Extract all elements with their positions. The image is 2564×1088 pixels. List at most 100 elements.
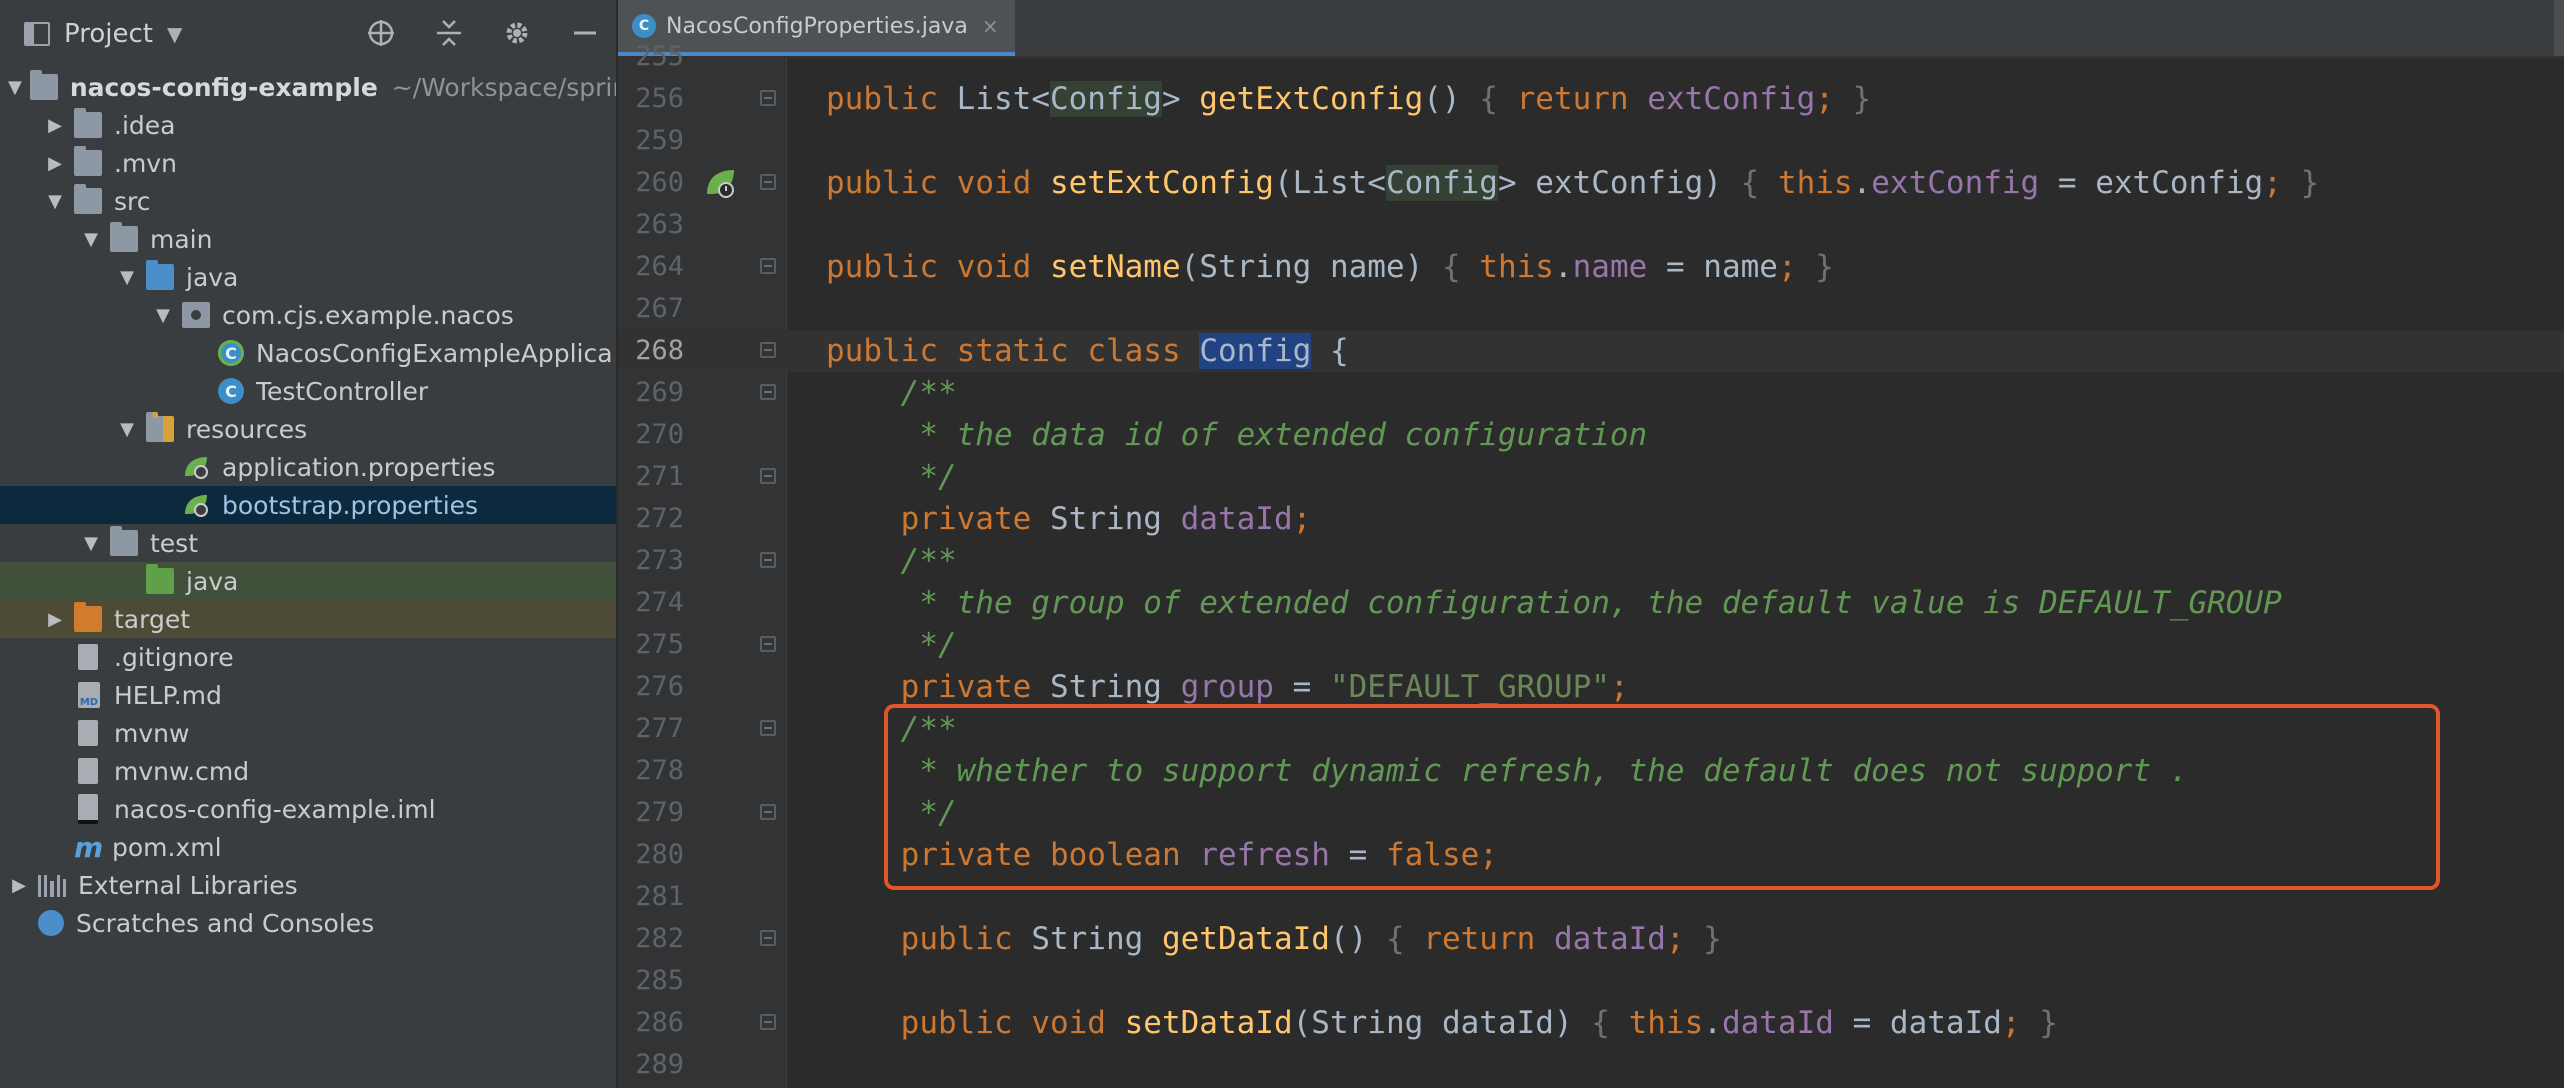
chevron-right-icon[interactable]: ▶ [44, 115, 66, 136]
fold-toggle-icon[interactable] [760, 804, 776, 820]
fold-toggle-icon[interactable] [760, 90, 776, 106]
tree-item[interactable]: ▶Scratches and Consoles [0, 904, 616, 942]
code-text: * whether to support dynamic refresh, th… [900, 753, 2189, 789]
tree-item[interactable]: ▶mvnw [0, 714, 616, 752]
code-text: /** [900, 711, 957, 747]
tree-item[interactable]: ▶bootstrap.properties [0, 486, 616, 524]
code-line[interactable]: 269 /** [618, 372, 2564, 414]
tree-item[interactable]: ▶MDHELP.md [0, 676, 616, 714]
chevron-down-icon[interactable]: ▼ [152, 305, 174, 326]
code-line[interactable]: 259 [618, 120, 2564, 162]
code-text: * the group of extended configuration, t… [900, 585, 2282, 621]
class-icon: C [218, 378, 244, 404]
code-line[interactable]: 285 [618, 960, 2564, 1002]
line-number: 260 [635, 167, 684, 198]
tree-item[interactable]: ▼ com.cjs.example.nacos [0, 296, 616, 334]
gear-icon[interactable] [500, 16, 534, 50]
tree-item-label: java [186, 262, 239, 292]
code-line[interactable]: 274 * the group of extended configuratio… [618, 582, 2564, 624]
tree-item-label: External Libraries [78, 870, 298, 900]
chevron-down-icon[interactable]: ▼ [80, 533, 102, 554]
collapse-all-icon[interactable] [432, 16, 466, 50]
code-line[interactable]: 280 private boolean refresh = false; [618, 834, 2564, 876]
code-line[interactable]: 263 [618, 204, 2564, 246]
code-line[interactable]: 272 private String dataId; [618, 498, 2564, 540]
fold-toggle-icon[interactable] [760, 552, 776, 568]
chevron-down-icon[interactable]: ▼ [116, 419, 138, 440]
fold-toggle-icon[interactable] [760, 930, 776, 946]
tree-item[interactable]: ▼ resources [0, 410, 616, 448]
chevron-down-icon[interactable]: ▼ [8, 77, 22, 98]
line-number: 289 [635, 1049, 684, 1080]
fold-toggle-icon[interactable] [760, 468, 776, 484]
code-line[interactable]: 255 [618, 36, 2564, 78]
tree-item[interactable]: ▼ test [0, 524, 616, 562]
code-text: public void setName(String name) { this.… [826, 249, 1834, 285]
code-text: * the data id of extended configuration [900, 417, 1648, 453]
code-line[interactable]: 286 public void setDataId(String dataId)… [618, 1002, 2564, 1044]
chevron-right-icon[interactable]: ▶ [44, 153, 66, 174]
chevron-down-icon[interactable]: ▼ [44, 191, 66, 212]
tree-item[interactable]: ▶CNacosConfigExampleApplica [0, 334, 616, 372]
code-line[interactable]: 276 private String group = "DEFAULT_GROU… [618, 666, 2564, 708]
tree-item-label: Scratches and Consoles [76, 908, 375, 938]
code-line[interactable]: 267 [618, 288, 2564, 330]
tree-item-label: .mvn [114, 148, 177, 178]
code-line[interactable]: 273 /** [618, 540, 2564, 582]
tree-item[interactable]: ▶ .idea [0, 106, 616, 144]
spring-bean-marker-icon[interactable] [704, 166, 738, 200]
tree-item[interactable]: ▼ nacos-config-example ~/Workspace/sprin [0, 68, 616, 106]
fold-toggle-icon[interactable] [760, 1014, 776, 1030]
code-line[interactable]: 268 public static class Config { [618, 330, 2564, 372]
minimize-icon[interactable] [568, 16, 602, 50]
code-line[interactable]: 256 public List<Config> getExtConfig() { … [618, 78, 2564, 120]
tree-item[interactable]: ▶mvnw.cmd [0, 752, 616, 790]
code-line[interactable]: 275 */ [618, 624, 2564, 666]
code-line[interactable]: 289 [618, 1044, 2564, 1086]
chevron-right-icon[interactable]: ▶ [8, 875, 30, 896]
code-line[interactable]: 278 * whether to support dynamic refresh… [618, 750, 2564, 792]
project-window-icon [24, 22, 50, 46]
line-number: 268 [635, 335, 684, 366]
tree-item[interactable]: ▶ .mvn [0, 144, 616, 182]
tree-item[interactable]: ▶CTestController [0, 372, 616, 410]
tree-item[interactable]: ▼ src [0, 182, 616, 220]
code-text: public List<Config> getExtConfig() { ret… [826, 81, 1872, 117]
fold-toggle-icon[interactable] [760, 636, 776, 652]
line-number: 273 [635, 545, 684, 576]
chevron-down-icon[interactable]: ▼ [167, 22, 182, 46]
chevron-down-icon[interactable]: ▼ [116, 267, 138, 288]
code-text: public void setDataId(String dataId) { t… [900, 1005, 2058, 1041]
fold-toggle-icon[interactable] [760, 384, 776, 400]
locate-icon[interactable] [364, 16, 398, 50]
fold-toggle-icon[interactable] [760, 174, 776, 190]
fold-toggle-icon[interactable] [760, 342, 776, 358]
tree-item[interactable]: ▶application.properties [0, 448, 616, 486]
tree-item[interactable]: ▶nacos-config-example.iml [0, 790, 616, 828]
code-line[interactable]: 279 */ [618, 792, 2564, 834]
code-line[interactable]: 270 * the data id of extended configurat… [618, 414, 2564, 456]
fold-toggle-icon[interactable] [760, 720, 776, 736]
tree-item[interactable]: ▶.gitignore [0, 638, 616, 676]
fold-toggle-icon[interactable] [760, 258, 776, 274]
code-line[interactable]: 281 [618, 876, 2564, 918]
code-line[interactable]: 277 /** [618, 708, 2564, 750]
code-line[interactable]: 271 */ [618, 456, 2564, 498]
code-area[interactable]: 255 256 public List<Config> getExtConfig()… [618, 41, 2564, 1088]
tree-item[interactable]: ▼ java [0, 258, 616, 296]
tree-item[interactable]: ▼ main [0, 220, 616, 258]
tree-item[interactable]: ▶ target [0, 600, 616, 638]
code-line[interactable]: 282 public String getDataId() { return d… [618, 918, 2564, 960]
chevron-right-icon[interactable]: ▶ [44, 609, 66, 630]
line-number: 276 [635, 671, 684, 702]
tree-item[interactable]: ▶mpom.xml [0, 828, 616, 866]
tree-item[interactable]: ▶java [0, 562, 616, 600]
close-icon[interactable]: × [982, 14, 999, 38]
chevron-down-icon[interactable]: ▼ [80, 229, 102, 250]
code-line[interactable]: 260 public void setExtConfig(List<Config>… [618, 162, 2564, 204]
tree-item[interactable]: ▶ External Libraries [0, 866, 616, 904]
code-text: /** [900, 543, 957, 579]
project-panel-header[interactable]: Project ▼ [0, 0, 616, 68]
project-tree[interactable]: ▼ nacos-config-example ~/Workspace/sprin ▶.… [0, 68, 616, 942]
code-line[interactable]: 264 public void setName(String name) { th… [618, 246, 2564, 288]
